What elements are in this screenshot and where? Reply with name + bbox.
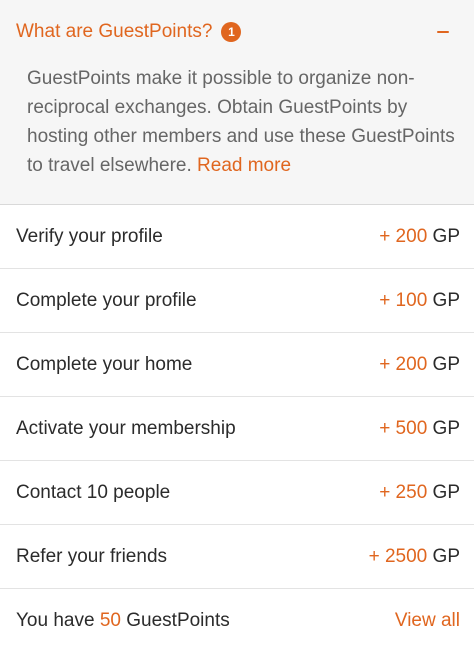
- task-row: Activate your membership + 500 GP: [0, 397, 474, 461]
- task-row: Verify your profile + 200 GP: [0, 205, 474, 269]
- points-unit: GP: [432, 289, 460, 311]
- task-row: Refer your friends + 2500 GP: [0, 525, 474, 589]
- points-amount: + 500: [379, 417, 428, 439]
- points-amount: + 100: [379, 289, 428, 311]
- task-points: + 200 GP: [379, 226, 460, 248]
- balance-footer: You have 50 GuestPoints View all: [0, 589, 474, 653]
- task-label: Verify your profile: [16, 225, 163, 247]
- balance-suffix: GuestPoints: [126, 610, 230, 631]
- points-unit: GP: [432, 417, 460, 439]
- points-amount: + 2500: [368, 545, 428, 567]
- faq-title: What are GuestPoints?: [16, 21, 213, 42]
- task-points: + 250 GP: [379, 482, 460, 504]
- faq-header[interactable]: What are GuestPoints? 1: [0, 0, 474, 64]
- points-unit: GP: [432, 481, 460, 503]
- points-amount: + 250: [379, 481, 428, 503]
- points-unit: GP: [432, 545, 460, 567]
- task-label: Contact 10 people: [16, 481, 171, 503]
- task-label: Refer your friends: [16, 545, 168, 567]
- task-label: Complete your profile: [16, 289, 197, 311]
- minus-icon[interactable]: [434, 23, 452, 41]
- balance-amount: 50: [99, 610, 121, 631]
- task-row: Contact 10 people + 250 GP: [0, 461, 474, 525]
- task-points: + 500 GP: [379, 418, 460, 440]
- faq-body: GuestPoints make it possible to organize…: [0, 64, 474, 180]
- task-points: + 100 GP: [379, 290, 460, 312]
- points-amount: + 200: [379, 225, 428, 247]
- view-all-link[interactable]: View all: [395, 610, 460, 632]
- balance-prefix: You have: [16, 610, 95, 631]
- points-unit: GP: [432, 225, 460, 247]
- points-unit: GP: [432, 353, 460, 375]
- task-points: + 200 GP: [379, 354, 460, 376]
- task-row: Complete your profile + 100 GP: [0, 269, 474, 333]
- task-row: Complete your home + 200 GP: [0, 333, 474, 397]
- points-amount: + 200: [379, 353, 428, 375]
- read-more-link[interactable]: Read more: [197, 155, 291, 176]
- task-list: Verify your profile + 200 GP Complete yo…: [0, 205, 474, 589]
- task-label: Complete your home: [16, 353, 193, 375]
- balance-text: You have 50 GuestPoints: [16, 610, 230, 632]
- guestpoints-faq: What are GuestPoints? 1 GuestPoints make…: [0, 0, 474, 205]
- task-points: + 2500 GP: [369, 546, 460, 568]
- task-label: Activate your membership: [16, 417, 236, 439]
- notification-badge: 1: [221, 22, 242, 42]
